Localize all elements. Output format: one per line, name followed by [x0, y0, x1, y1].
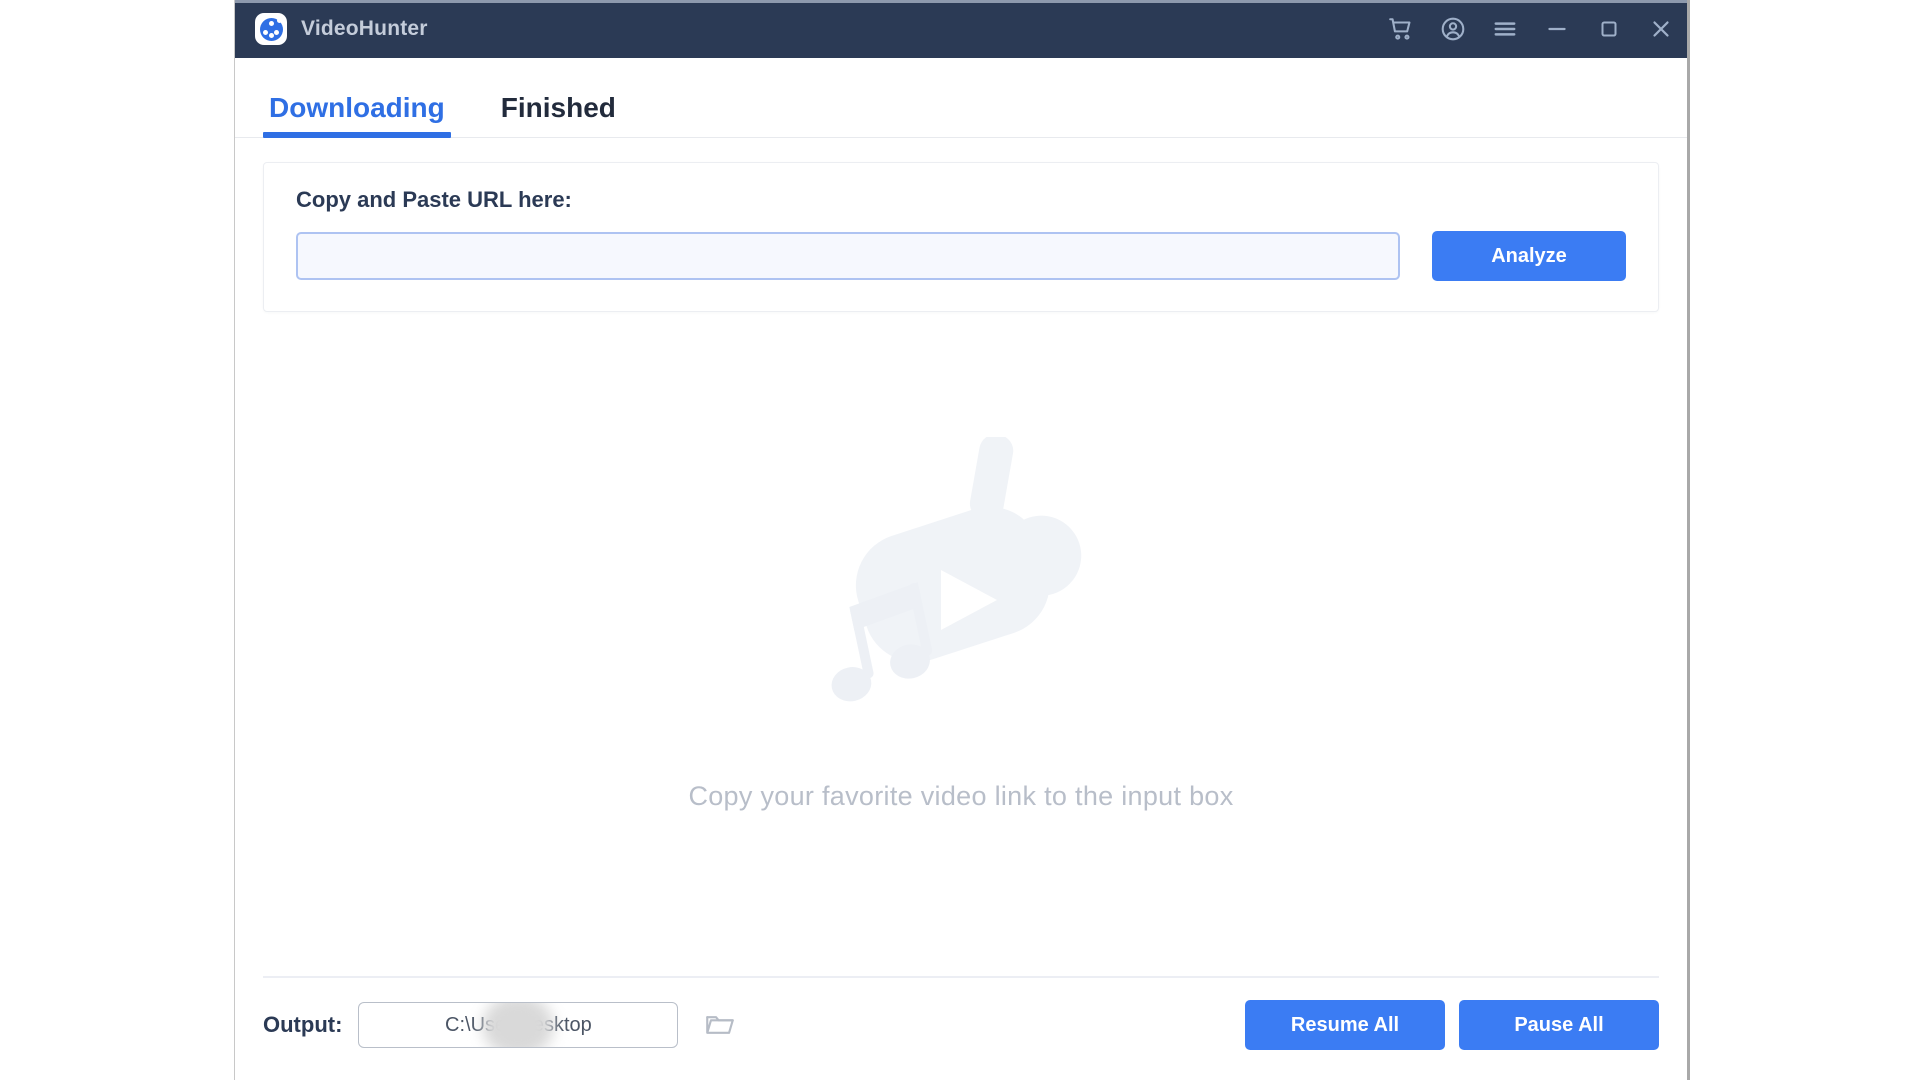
url-panel-label: Copy and Paste URL here:: [296, 187, 572, 212]
resume-all-button[interactable]: Resume All: [1245, 1000, 1445, 1050]
application-window: VideoHunter Downloading Finished Copy an…: [234, 0, 1690, 1080]
output-label: Output:: [263, 1012, 343, 1037]
title-bar: VideoHunter: [235, 0, 1687, 58]
pause-all-button[interactable]: Pause All: [1459, 1000, 1659, 1050]
app-title: VideoHunter: [301, 17, 428, 40]
redaction-blur: [482, 1003, 555, 1047]
output-bar: Output: C:\User \Desktop Resume All Paus…: [263, 976, 1659, 1080]
tab-downloading[interactable]: Downloading: [263, 92, 451, 138]
tab-finished[interactable]: Finished: [495, 92, 622, 137]
titlebar-actions: [1375, 0, 1687, 58]
window-content: Downloading Finished Copy and Paste URL …: [235, 58, 1687, 1080]
analyze-button[interactable]: Analyze: [1432, 231, 1626, 281]
video-music-watermark-icon: [801, 436, 1121, 737]
open-folder-icon[interactable]: [700, 1005, 740, 1045]
screen: VideoHunter Downloading Finished Copy an…: [0, 0, 1920, 1080]
tab-bar: Downloading Finished: [235, 92, 1687, 138]
empty-state: Copy your favorite video link to the inp…: [235, 312, 1687, 976]
url-input[interactable]: [296, 232, 1400, 280]
menu-icon[interactable]: [1479, 0, 1531, 58]
close-icon[interactable]: [1635, 0, 1687, 58]
account-icon[interactable]: [1427, 0, 1479, 58]
bottom-actions: Resume All Pause All: [1245, 1000, 1659, 1050]
empty-state-hint: Copy your favorite video link to the inp…: [688, 780, 1234, 811]
videohunter-logo-icon: [255, 13, 287, 45]
maximize-icon[interactable]: [1583, 0, 1635, 58]
output-path-field[interactable]: C:\User \Desktop: [358, 1002, 679, 1048]
url-input-row: Analyze: [296, 231, 1626, 281]
cart-icon[interactable]: [1375, 0, 1427, 58]
minimize-icon[interactable]: [1531, 0, 1583, 58]
url-panel: Copy and Paste URL here: Analyze: [263, 162, 1659, 312]
